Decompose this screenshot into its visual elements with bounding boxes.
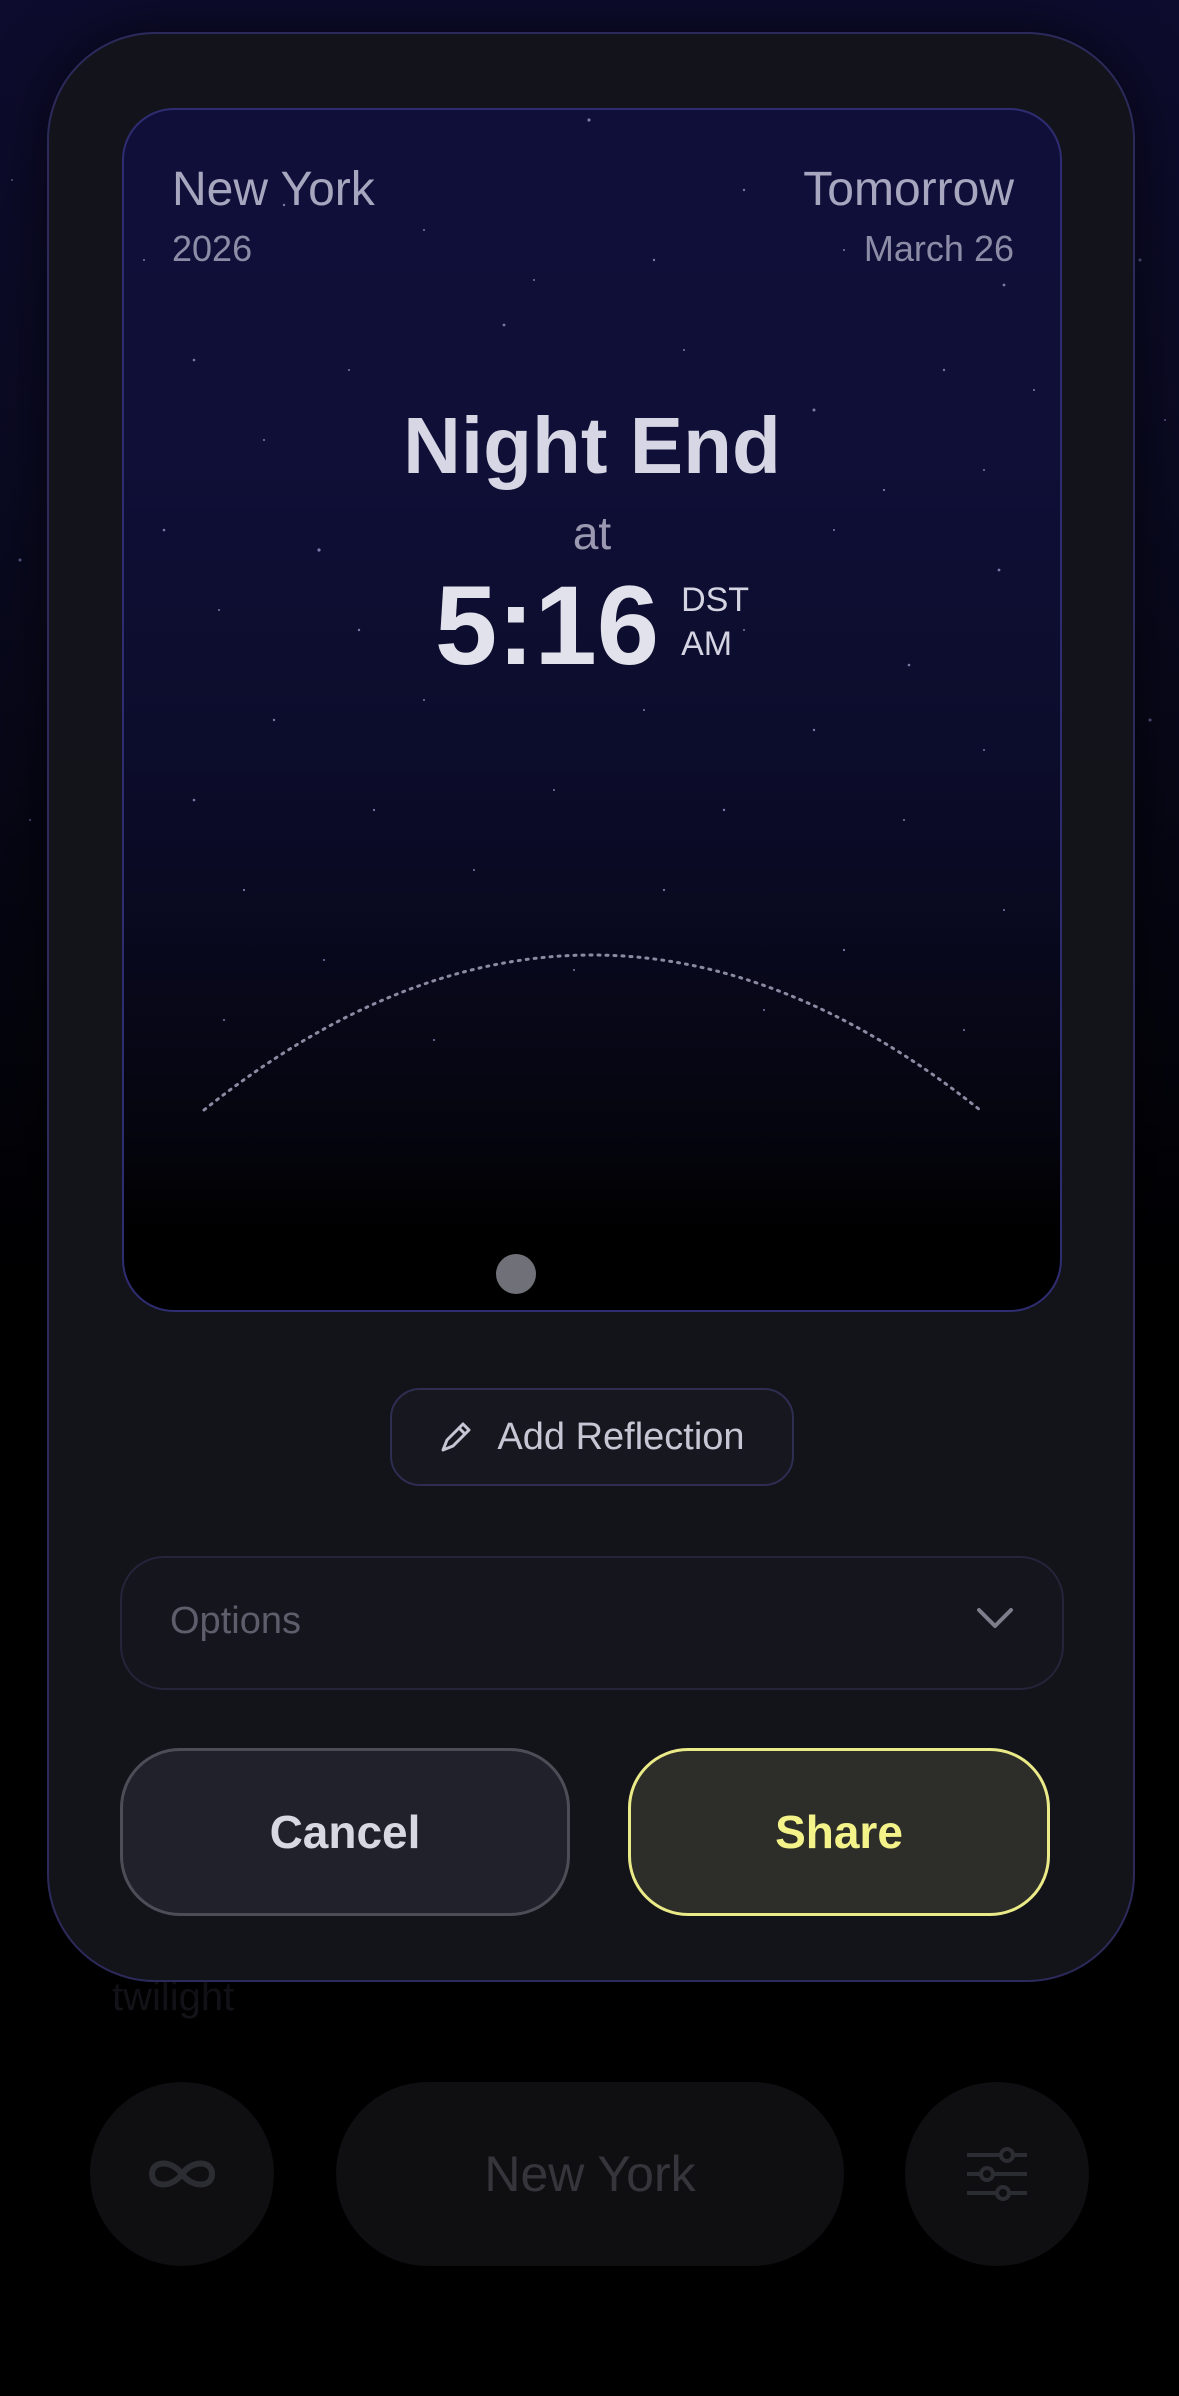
city-selector[interactable]: New York	[336, 2082, 844, 2266]
chevron-down-icon	[977, 1608, 1013, 1628]
share-card: New York 2026 Tomorrow March 26 Night En…	[122, 108, 1062, 1312]
pencil-icon	[441, 1422, 471, 1452]
add-reflection-button[interactable]: Add Reflection	[390, 1388, 794, 1486]
sliders-icon	[967, 2147, 1027, 2201]
settings-button[interactable]	[905, 2082, 1089, 2266]
share-modal: New York 2026 Tomorrow March 26 Night En…	[47, 32, 1135, 1982]
infinity-icon	[148, 2160, 216, 2188]
add-reflection-label: Add Reflection	[497, 1415, 745, 1458]
share-button[interactable]: Share	[628, 1748, 1050, 1916]
sun-path-arc	[202, 953, 982, 1112]
options-label: Options	[170, 1600, 301, 1642]
loop-button[interactable]	[90, 2082, 274, 2266]
sun-position-marker	[496, 1254, 536, 1294]
options-dropdown[interactable]: Options	[120, 1556, 1064, 1690]
cancel-button[interactable]: Cancel	[120, 1748, 570, 1916]
